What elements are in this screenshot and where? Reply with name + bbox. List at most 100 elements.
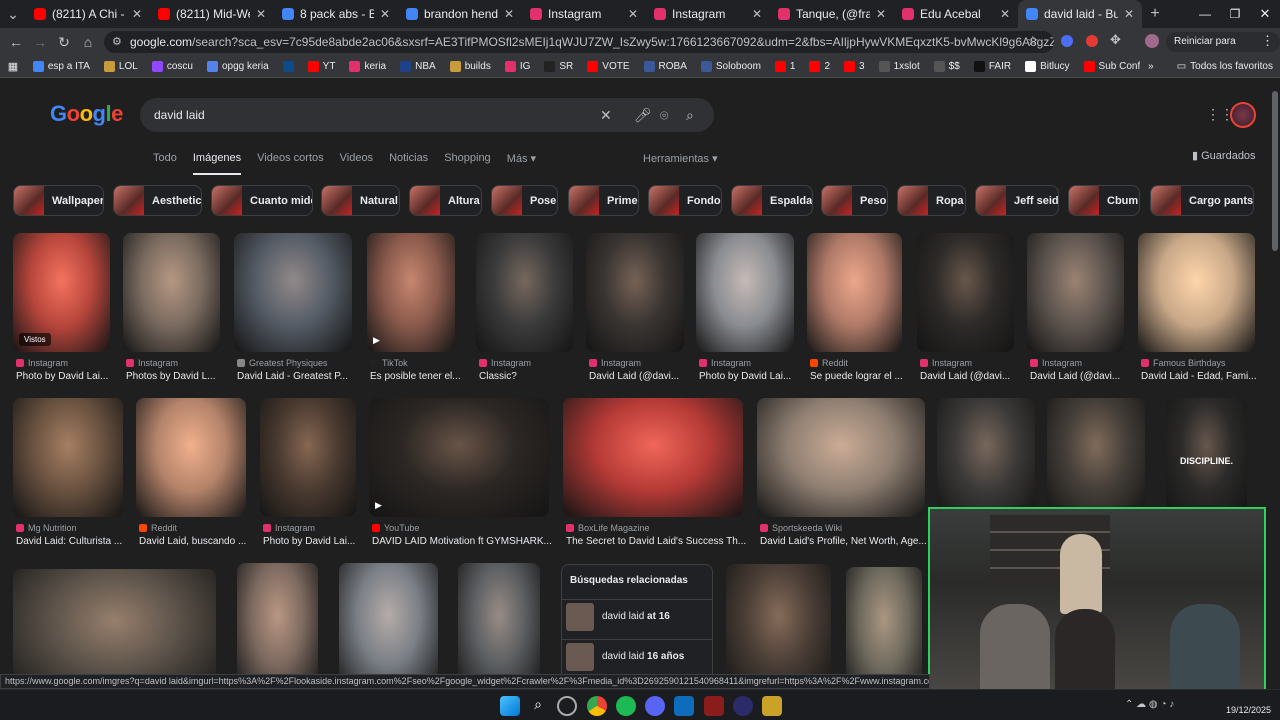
bookmark-item[interactable]: VOTE <box>580 61 636 72</box>
taskbar-app-3-icon[interactable] <box>733 696 753 716</box>
result-image[interactable]: DISCIPLINE. <box>1166 398 1247 517</box>
result-title[interactable]: Photos by David L... <box>126 371 229 382</box>
chip-aesthetic[interactable]: Aesthetic <box>113 185 202 216</box>
result-image[interactable] <box>757 398 925 517</box>
bookmark-item[interactable]: YT <box>301 61 343 72</box>
browser-tab[interactable]: Edu Acebal ✕ <box>894 0 1018 28</box>
start-icon[interactable] <box>500 696 520 716</box>
extension-icon-1[interactable] <box>1061 35 1073 47</box>
related-search-item[interactable]: david laid 16 años <box>562 639 712 673</box>
bookmark-item[interactable]: keria <box>342 61 393 72</box>
result-source[interactable]: BoxLife Magazine <box>566 523 650 533</box>
result-title[interactable]: Es posible tener el... <box>370 371 464 382</box>
tray-icons[interactable]: ⌃ ☁ ◍ ◔ ♪ <box>1125 699 1174 710</box>
result-title[interactable]: David Laid (@davi... <box>589 371 693 382</box>
result-source[interactable]: Instagram <box>479 358 531 368</box>
discord-icon[interactable] <box>645 696 665 716</box>
result-title[interactable]: David Laid: Culturista ... <box>16 536 132 547</box>
chip-cargo-pants[interactable]: Cargo pants <box>1150 185 1254 216</box>
chip-ropa[interactable]: Ropa <box>897 185 966 216</box>
maximize-button[interactable]: ❐ <box>1220 7 1250 21</box>
bookmark-item[interactable]: Sub Confirmation <box>1077 61 1140 72</box>
browser-tab[interactable]: 8 pack abs - Buscar c ✕ <box>274 0 398 28</box>
google-logo[interactable]: Google <box>50 101 123 127</box>
browser-tab[interactable]: Instagram ✕ <box>646 0 770 28</box>
result-source[interactable]: Instagram <box>126 358 178 368</box>
address-bar[interactable]: ⚙ google.com/search?sca_esv=7c95de8abde2… <box>104 31 1054 53</box>
bookmark-item[interactable]: 1 <box>768 61 803 72</box>
result-source[interactable]: Instagram <box>263 523 315 533</box>
bookmark-item[interactable]: esp a ITA <box>26 61 97 72</box>
tab-close-icon[interactable]: ✕ <box>1000 7 1010 21</box>
bookmark-item[interactable] <box>276 61 301 72</box>
result-source[interactable]: Instagram <box>920 358 972 368</box>
forward-icon[interactable]: → <box>28 34 52 50</box>
chip-cbum[interactable]: Cbum <box>1068 185 1140 216</box>
result-source[interactable]: Instagram <box>699 358 751 368</box>
bookmark-item[interactable]: IG <box>498 61 538 72</box>
tab-shopping[interactable]: Shopping <box>444 152 491 175</box>
bookmark-item[interactable]: Bitlucy <box>1018 61 1076 72</box>
scrollbar-thumb[interactable] <box>1272 91 1278 251</box>
result-source[interactable]: Greatest Physiques <box>237 358 328 368</box>
chip-espalda[interactable]: Espalda <box>731 185 813 216</box>
voice-search-icon[interactable]: 🎤︎ <box>634 98 652 132</box>
apps-grid-icon[interactable]: ▦ <box>0 60 26 73</box>
result-image[interactable] <box>458 563 540 689</box>
result-image[interactable] <box>563 398 743 517</box>
result-title[interactable]: David Laid's Profile, Net Worth, Age... <box>760 536 934 547</box>
chip-fondo[interactable]: Fondo <box>648 185 722 216</box>
extensions-puzzle-icon[interactable]: ✥ <box>1110 32 1121 48</box>
chip-jeff-seid[interactable]: Jeff seid <box>975 185 1059 216</box>
result-source[interactable]: TikTok <box>370 358 408 368</box>
result-image[interactable] <box>476 233 573 352</box>
result-title[interactable]: David Laid (@davi... <box>1030 371 1133 382</box>
result-source[interactable]: Reddit <box>139 523 177 533</box>
result-image[interactable] <box>234 233 352 352</box>
browser-tab[interactable]: david laid - Buscar c ✕ <box>1018 0 1142 28</box>
result-image[interactable]: ▶ <box>367 233 455 352</box>
browser-tab[interactable]: Instagram ✕ <box>522 0 646 28</box>
result-source[interactable]: Instagram <box>589 358 641 368</box>
related-search-item[interactable]: david laid at 16 <box>562 599 712 633</box>
tab-close-icon[interactable]: ✕ <box>132 7 142 21</box>
result-image[interactable] <box>586 233 684 352</box>
chip-natural[interactable]: Natural <box>321 185 400 216</box>
result-source[interactable]: Famous Birthdays <box>1141 358 1226 368</box>
lens-search-icon[interactable]: ⌾ <box>660 98 668 132</box>
result-image[interactable] <box>1047 398 1145 517</box>
result-image[interactable] <box>136 398 246 517</box>
result-source[interactable]: Instagram <box>1030 358 1082 368</box>
bookmark-star-icon[interactable]: ☆ <box>1027 33 1039 49</box>
taskbar-app-1-icon[interactable] <box>557 696 577 716</box>
tab-close-icon[interactable]: ✕ <box>876 7 886 21</box>
bookmark-item[interactable]: 3 <box>837 61 872 72</box>
tab-close-icon[interactable]: ✕ <box>256 7 266 21</box>
bookmark-item[interactable]: SR <box>537 61 580 72</box>
clear-search-icon[interactable]: ✕ <box>600 98 612 132</box>
result-image[interactable] <box>13 398 123 517</box>
bookmark-item[interactable]: builds <box>443 61 498 72</box>
result-image[interactable]: ▶ <box>369 398 549 517</box>
search-icon[interactable]: ⌕ <box>686 98 694 132</box>
bookmark-item[interactable]: coscu <box>145 61 200 72</box>
chip-wallpaper[interactable]: Wallpaper <box>13 185 104 216</box>
result-image[interactable]: Vistos <box>13 233 110 352</box>
tab-videos-cortos[interactable]: Videos cortos <box>257 152 323 175</box>
back-icon[interactable]: ← <box>4 34 28 50</box>
bookmark-item[interactable]: $$ <box>927 61 967 72</box>
tab-close-icon[interactable]: ✕ <box>504 7 514 21</box>
page-scrollbar[interactable] <box>1270 79 1280 689</box>
result-image[interactable] <box>807 233 902 352</box>
more-bookmarks-icon[interactable]: » <box>1140 61 1162 72</box>
chip-altura[interactable]: Altura <box>409 185 482 216</box>
result-title[interactable]: The Secret to David Laid's Success Th... <box>566 536 752 547</box>
browser-tab[interactable]: brandon hendrickson ✕ <box>398 0 522 28</box>
result-image[interactable] <box>237 563 318 689</box>
result-image[interactable] <box>13 569 216 689</box>
browser-tab[interactable]: Tanque, (@francocur ✕ <box>770 0 894 28</box>
result-image[interactable] <box>260 398 356 517</box>
home-icon[interactable]: ⌂ <box>76 34 100 50</box>
result-image[interactable] <box>846 567 922 689</box>
bookmark-item[interactable]: Soloboom <box>694 61 768 72</box>
